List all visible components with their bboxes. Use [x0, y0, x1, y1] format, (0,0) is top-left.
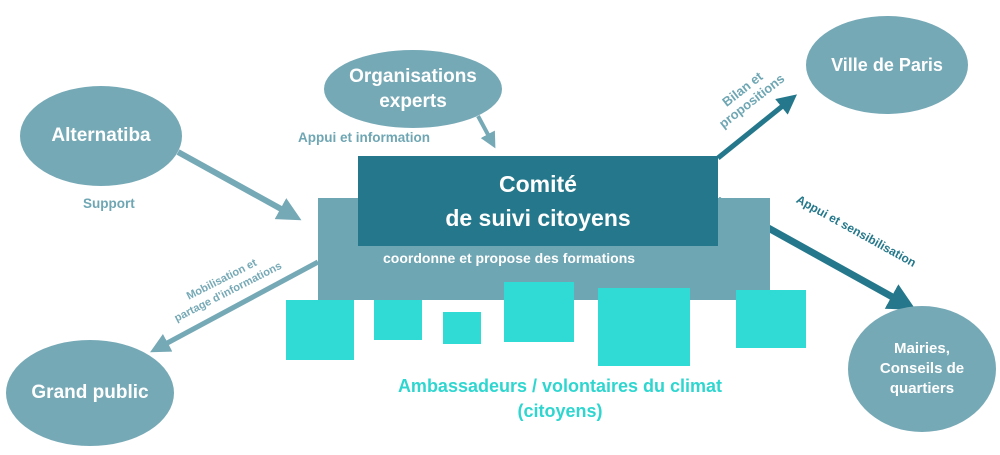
volunteer-square [598, 288, 690, 366]
edge-label-appui-information: Appui et information [298, 130, 430, 145]
panel-text: coordonne et propose des formations [383, 250, 636, 266]
node-grand-public-label: Grand public [31, 382, 149, 403]
arrow-organisations-to-comite [476, 115, 496, 149]
volunteer-square [374, 300, 422, 340]
arrow-alternatiba-to-comite [176, 149, 302, 221]
node-mairies-conseils: Mairies, Conseils de quartiers [848, 306, 996, 432]
volunteer-square [443, 312, 481, 344]
node-organisations-line1: Organisations [349, 66, 477, 87]
node-ville-de-paris: Ville de Paris [806, 16, 968, 114]
volunteer-square [286, 300, 354, 360]
volunteer-square [736, 290, 806, 348]
ambassadeurs-line1: Ambassadeurs / volontaires du climat [397, 376, 723, 396]
ambassadeurs-label: Ambassadeurs / volontaires du climat (ci… [300, 374, 820, 424]
comite-line2: de suivi citoyens [445, 205, 631, 231]
node-mairies-line2: Conseils de [879, 360, 965, 377]
node-organisations-experts: Organisations experts [324, 50, 502, 128]
node-grand-public: Grand public [6, 340, 174, 446]
node-ville-de-paris-label: Ville de Paris [831, 54, 943, 75]
comite-box: Comité de suivi citoyens [358, 156, 718, 246]
edge-label-support: Support [83, 196, 135, 211]
node-mairies-line1: Mairies, [894, 340, 950, 357]
node-mairies-line3: quartiers [889, 380, 955, 397]
ambassadeurs-line2: (citoyens) [517, 401, 603, 421]
node-alternatiba-label: Alternatiba [51, 125, 151, 146]
comite-line1: Comité [499, 171, 577, 197]
node-organisations-line2: experts [379, 91, 447, 112]
volunteer-square [504, 282, 574, 342]
node-alternatiba: Alternatiba [20, 86, 182, 186]
